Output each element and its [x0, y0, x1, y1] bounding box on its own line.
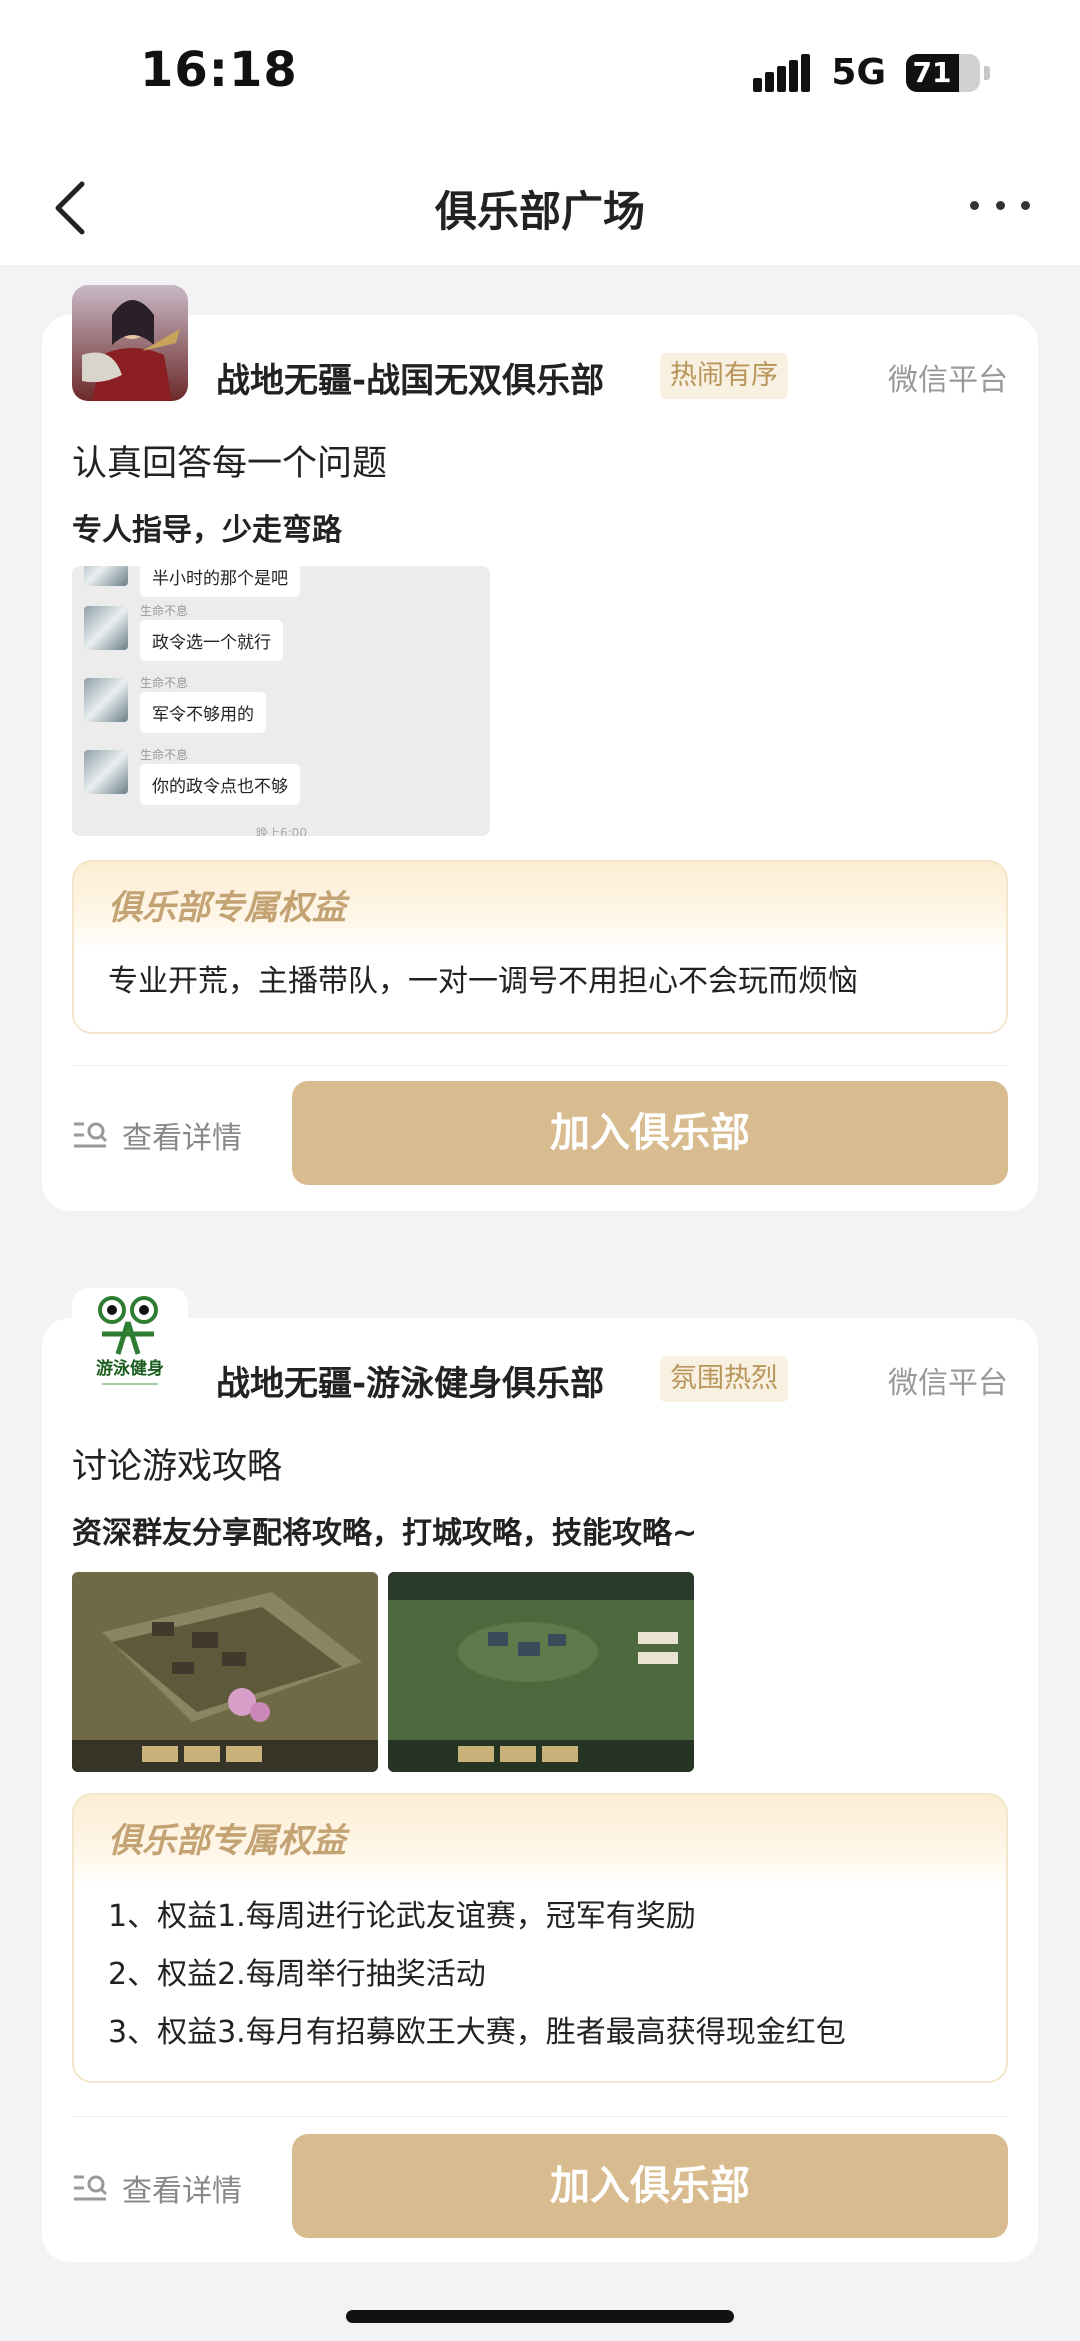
benefit-item: 专业开荒，主播带队，一对一调号不用担心不会玩而烦恼 — [108, 964, 858, 999]
game-screenshot[interactable] — [388, 1572, 694, 1772]
more-icon[interactable] — [970, 190, 1030, 220]
benefit-item: 3、权益3.每月有招募欧王大赛，胜者最高获得现金红包 — [108, 2015, 846, 2050]
status-indicators: 5G 71 — [753, 52, 990, 93]
divider — [72, 2116, 1008, 2117]
status-time: 16:18 — [140, 42, 298, 98]
network-label: 5G — [831, 52, 886, 93]
club-avatar — [72, 285, 188, 401]
chat-avatar — [84, 566, 128, 586]
battery-tip — [984, 65, 990, 80]
club-tag: 氛围热烈 — [660, 1356, 788, 1402]
view-details-label: 查看详情 — [122, 1121, 242, 1156]
signal-icon — [753, 53, 811, 92]
list-search-icon — [74, 1122, 108, 1148]
chat-sender: 生命不息 — [140, 748, 189, 762]
benefit-item: 2、权益2.每周举行抽奖活动 — [108, 1957, 486, 1992]
join-club-button[interactable]: 加入俱乐部 — [292, 2134, 1008, 2238]
chat-bubble: 军令不够用的 — [140, 692, 266, 733]
chat-screenshot[interactable]: 半小时的那个是吧 生命不息 政令选一个就行 生命不息 军令不够用的 生命不息 你… — [72, 566, 490, 836]
view-details-label: 查看详情 — [122, 2174, 242, 2209]
chat-avatar — [84, 678, 128, 722]
club-logo: 游泳健身 — [72, 1288, 188, 1404]
chat-bubble: 政令选一个就行 — [140, 620, 283, 661]
join-club-button[interactable]: 加入俱乐部 — [292, 1081, 1008, 1185]
header: 16:18 5G 71 俱乐部广场 — [0, 0, 1080, 265]
battery-level: 71 — [912, 55, 952, 89]
card-title: 认真回答每一个问题 — [72, 444, 388, 484]
benefit-box: 俱乐部专属权益 专业开荒，主播带队，一对一调号不用担心不会玩而烦恼 — [72, 860, 1008, 1034]
view-details-link[interactable]: 查看详情 — [72, 2166, 242, 2210]
card-description: 资深群友分享配将攻略，打城攻略，技能攻略~ — [72, 1516, 698, 1551]
benefit-title: 俱乐部专属权益 — [108, 1821, 346, 1861]
view-details-link[interactable]: 查看详情 — [72, 1113, 242, 1157]
club-card[interactable]: 游泳健身 战地无疆-游泳健身俱乐部 氛围热烈 微信平台 讨论游戏攻略 资深群友分… — [42, 1288, 1038, 2262]
benefit-box: 俱乐部专属权益 1、权益1.每周进行论武友谊赛，冠军有奖励 2、权益2.每周举行… — [72, 1793, 1008, 2083]
benefit-title: 俱乐部专属权益 — [108, 888, 346, 928]
game-screenshot[interactable] — [72, 1572, 378, 1772]
chat-avatar — [84, 606, 128, 650]
benefit-item: 1、权益1.每周进行论武友谊赛，冠军有奖励 — [108, 1899, 696, 1934]
list-search-icon — [74, 2175, 108, 2201]
platform-label: 微信平台 — [888, 363, 1008, 398]
chat-sender: 生命不息 — [140, 676, 189, 690]
club-card[interactable]: 战地无疆-战国无双俱乐部 热闹有序 微信平台 认真回答每一个问题 专人指导，少走… — [42, 285, 1038, 1211]
home-indicator[interactable] — [346, 2310, 734, 2323]
card-title: 讨论游戏攻略 — [72, 1447, 283, 1487]
chat-avatar — [84, 750, 128, 794]
chat-bubble: 你的政令点也不够 — [140, 764, 300, 805]
divider — [72, 1065, 1008, 1066]
logo-text: 游泳健身 — [96, 1358, 164, 1379]
platform-label: 微信平台 — [888, 1366, 1008, 1401]
card-description: 专人指导，少走弯路 — [72, 513, 342, 548]
chat-sender: 生命不息 — [140, 604, 189, 618]
battery-icon: 71 — [906, 53, 980, 92]
chat-timestamp: 晚上6:00 — [256, 826, 307, 836]
chat-bubble: 半小时的那个是吧 — [140, 566, 300, 597]
club-name: 战地无疆-游泳健身俱乐部 — [216, 1364, 605, 1404]
club-name: 战地无疆-战国无双俱乐部 — [216, 361, 605, 401]
club-tag: 热闹有序 — [660, 353, 788, 399]
page-title: 俱乐部广场 — [434, 187, 645, 236]
